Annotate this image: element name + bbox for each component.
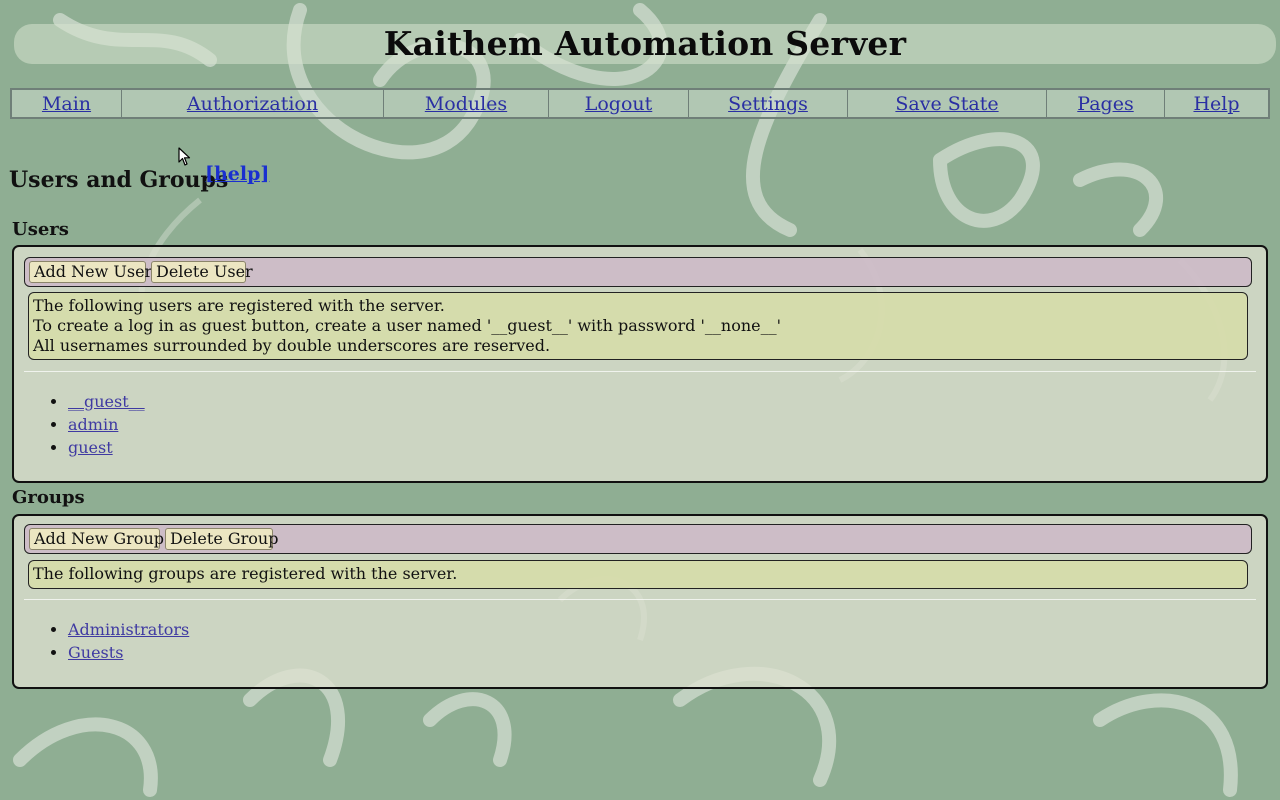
groups-toolbar: Add New Group Delete Group (24, 524, 1252, 554)
delete-group-button[interactable]: Delete Group (165, 528, 278, 550)
group-link[interactable]: Administrators (68, 620, 189, 639)
users-info-line: All usernames surrounded by double under… (33, 336, 551, 355)
main-nav: Main Authorization Modules Logout Settin… (10, 88, 1270, 119)
users-toolbar: Add New User Delete User (24, 257, 1252, 287)
groups-panel: Add New Group Delete Group The following… (12, 514, 1268, 689)
user-link[interactable]: __guest__ (68, 392, 145, 411)
user-link[interactable]: guest (68, 438, 113, 457)
help-link[interactable]: [help] (205, 163, 269, 185)
nav-link-modules[interactable]: Modules (384, 90, 549, 117)
divider (24, 371, 1256, 372)
user-link[interactable]: admin (68, 415, 118, 434)
groups-info-line: The following groups are registered with… (33, 564, 458, 583)
list-item: admin (68, 413, 145, 436)
add-new-group-button[interactable]: Add New Group (29, 528, 164, 550)
mouse-pointer-icon (178, 147, 191, 166)
list-item: guest (68, 436, 145, 459)
nav-link-save-state[interactable]: Save State (848, 90, 1047, 117)
users-list: __guest__ admin guest (50, 390, 145, 459)
users-info-line: The following users are registered with … (33, 296, 445, 315)
add-new-user-button[interactable]: Add New User (29, 261, 152, 283)
users-section-title: Users (12, 219, 69, 240)
users-panel: Add New User Delete User The following u… (12, 245, 1268, 483)
divider (24, 599, 1256, 600)
nav-link-pages[interactable]: Pages (1047, 90, 1165, 117)
page: Kaithem Automation Server Main Authoriza… (0, 0, 1280, 800)
groups-info-box: The following groups are registered with… (28, 560, 1248, 589)
page-title: Kaithem Automation Server (14, 24, 1276, 64)
nav-link-help[interactable]: Help (1165, 90, 1268, 117)
users-info-box: The following users are registered with … (28, 292, 1248, 360)
list-item: Guests (68, 641, 189, 664)
nav-link-settings[interactable]: Settings (689, 90, 848, 117)
nav-link-main[interactable]: Main (12, 90, 122, 117)
group-link[interactable]: Guests (68, 643, 123, 662)
users-info-line: To create a log in as guest button, crea… (33, 316, 781, 335)
nav-link-logout[interactable]: Logout (549, 90, 689, 117)
nav-link-authorization[interactable]: Authorization (122, 90, 384, 117)
list-item: Administrators (68, 618, 189, 641)
groups-section-title: Groups (12, 487, 85, 508)
delete-user-button[interactable]: Delete User (151, 261, 253, 283)
list-item: __guest__ (68, 390, 145, 413)
groups-list: Administrators Guests (50, 618, 189, 664)
page-heading: Users and Groups (9, 167, 229, 193)
